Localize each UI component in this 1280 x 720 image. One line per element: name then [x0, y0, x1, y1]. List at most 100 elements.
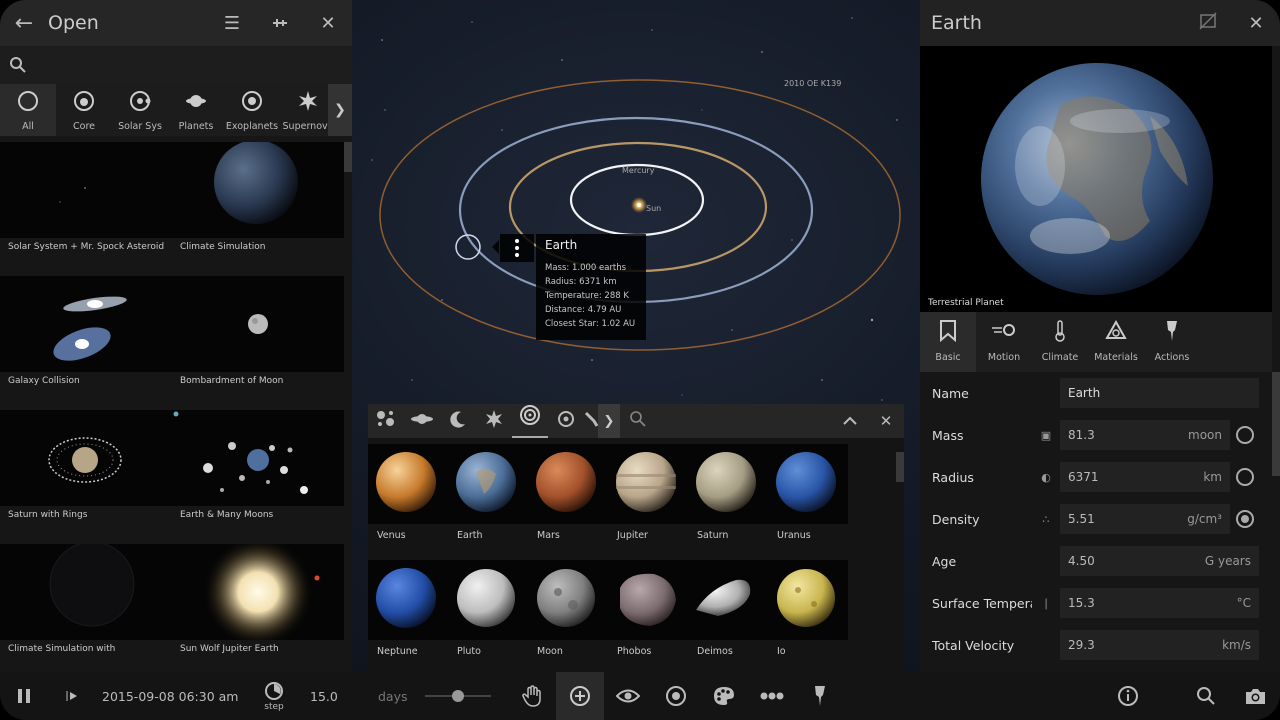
speed-slider[interactable] — [424, 672, 492, 720]
camera-icon[interactable] — [1238, 672, 1272, 720]
bottom-toolbar: 2015-09-08 06:30 am step 15.0 days — [0, 672, 1280, 720]
mass-field[interactable]: 81.3 moon — [1060, 420, 1230, 450]
step-button[interactable]: step — [256, 672, 292, 720]
surface-temperature-field[interactable]: 15.3 °C — [1060, 588, 1259, 618]
tooltip-title: Earth — [545, 238, 578, 252]
tab-climate[interactable]: Climate — [1032, 312, 1088, 372]
list-view-icon[interactable]: ☰ — [208, 13, 256, 34]
object-tile-earth[interactable]: Earth — [448, 444, 528, 560]
more-horizontal-icon[interactable] — [756, 672, 788, 720]
object-label: Jupiter — [617, 530, 648, 541]
category-all[interactable]: All — [0, 84, 56, 136]
close-icon[interactable]: ✕ — [304, 13, 352, 34]
simulation-tile[interactable]: Solar System + Mr. Spock Asteroid — [0, 142, 172, 276]
property-value: 81.3 — [1068, 428, 1095, 442]
planet-icon[interactable] — [404, 412, 440, 430]
circle-icon — [18, 91, 38, 111]
simulation-tile[interactable]: Saturn with Rings — [0, 410, 172, 544]
object-tile-neptune[interactable]: Neptune — [368, 560, 448, 676]
close-icon[interactable]: ✕ — [1232, 13, 1280, 34]
category-solar-sys[interactable]: Solar Sys — [112, 84, 168, 136]
orbit-target-icon[interactable] — [660, 672, 692, 720]
tooltip-radius: Radius: 6371 km — [545, 277, 617, 287]
category-planets[interactable]: Planets — [168, 84, 224, 136]
chevron-right-icon[interactable]: ❯ — [328, 84, 352, 136]
object-tile-phobos[interactable]: Phobos — [608, 560, 688, 676]
play-icon[interactable] — [56, 672, 88, 720]
object-tile-pluto[interactable]: Pluto — [448, 560, 528, 676]
pin-icon[interactable] — [256, 13, 304, 34]
close-icon[interactable]: ✕ — [868, 412, 904, 430]
tab-basic[interactable]: Basic — [920, 312, 976, 372]
object-tile-jupiter[interactable]: Jupiter — [608, 444, 688, 560]
simulation-label: Climate Simulation — [180, 242, 266, 252]
category-core[interactable]: Core — [56, 84, 112, 136]
simulation-tile[interactable]: Climate Simulation with — [0, 544, 172, 678]
palette-icon[interactable] — [708, 672, 740, 720]
simulation-thumbnail — [0, 410, 172, 506]
object-tile-deimos[interactable]: Deimos — [688, 560, 768, 676]
chevron-up-icon[interactable] — [832, 412, 868, 430]
search-icon[interactable] — [9, 56, 27, 74]
tab-materials[interactable]: Materials — [1088, 312, 1144, 372]
radius-field[interactable]: 6371 km — [1060, 462, 1230, 492]
tab-actions[interactable]: Actions — [1144, 312, 1200, 372]
simulation-tile[interactable]: Galaxy Collision — [0, 276, 172, 410]
info-icon[interactable] — [1112, 672, 1144, 720]
simulation-tile[interactable]: Climate Simulation — [172, 142, 344, 276]
slider-thumb[interactable] — [452, 690, 464, 702]
age-field[interactable]: 4.50 G years — [1060, 546, 1259, 576]
solar-system-icon — [130, 91, 151, 111]
object-tile-saturn[interactable]: Saturn — [688, 444, 768, 560]
galaxy-icon[interactable] — [512, 404, 548, 438]
planet-preview[interactable]: Terrestrial Planet — [920, 46, 1272, 312]
add-objects-icon[interactable] — [368, 409, 404, 433]
tooltip-menu-button[interactable] — [500, 234, 534, 262]
object-label: Deimos — [697, 646, 733, 657]
lock-radio[interactable] — [1236, 510, 1254, 528]
lock-radio[interactable] — [1236, 426, 1254, 444]
tab-motion[interactable]: Motion — [976, 312, 1032, 372]
object-tile-venus[interactable]: Venus — [368, 444, 448, 560]
scrollbar[interactable] — [344, 142, 352, 172]
category-exoplanets[interactable]: Exoplanets — [224, 84, 280, 136]
chevron-right-icon[interactable]: ❯ — [598, 404, 620, 438]
hide-preview-icon[interactable] — [1184, 11, 1232, 35]
search-icon[interactable] — [1190, 672, 1222, 720]
orbit-icon[interactable] — [548, 409, 584, 433]
property-row: Age 4.50 G years — [920, 540, 1272, 582]
object-tile-uranus[interactable]: Uranus — [768, 444, 848, 560]
add-object-button[interactable] — [556, 672, 604, 720]
supernova-icon — [299, 91, 317, 111]
lock-radio[interactable] — [1236, 468, 1254, 486]
search-icon[interactable] — [620, 410, 656, 432]
object-thumbnail — [368, 444, 448, 524]
simulation-tile[interactable]: Sun Wolf Jupiter Earth — [172, 544, 344, 678]
lightning-icon[interactable] — [804, 672, 836, 720]
tab-label: Materials — [1094, 352, 1138, 363]
step-unit[interactable]: days — [378, 672, 408, 720]
object-tile-moon[interactable]: Moon — [528, 560, 608, 676]
name-field[interactable]: Earth — [1060, 378, 1259, 408]
step-value[interactable]: 15.0 — [310, 672, 338, 720]
asteroid-icon[interactable] — [584, 411, 598, 431]
simulation-datetime[interactable]: 2015-09-08 06:30 am — [102, 672, 238, 720]
eye-icon[interactable] — [612, 672, 644, 720]
simulation-tile[interactable]: Bombardment of Moon — [172, 276, 344, 410]
hand-icon[interactable] — [516, 672, 548, 720]
category-label: Exoplanets — [225, 121, 279, 132]
property-name: Radius — [932, 469, 974, 485]
open-search-bar[interactable] — [0, 46, 352, 84]
total-velocity-field[interactable]: 29.3 km/s — [1060, 630, 1259, 660]
scrollbar[interactable] — [896, 452, 904, 482]
simulation-tile[interactable]: Earth & Many Moons — [172, 410, 344, 544]
simulation-label: Climate Simulation with — [8, 644, 116, 654]
star-icon[interactable] — [476, 409, 512, 433]
back-arrow-icon[interactable]: ← — [0, 11, 48, 36]
density-field[interactable]: 5.51 g/cm³ — [1060, 504, 1230, 534]
moon-icon[interactable] — [440, 410, 476, 432]
pause-icon[interactable] — [8, 672, 40, 720]
object-tile-mars[interactable]: Mars — [528, 444, 608, 560]
object-tile-io[interactable]: Io — [768, 560, 848, 676]
scrollbar[interactable] — [1272, 372, 1280, 476]
